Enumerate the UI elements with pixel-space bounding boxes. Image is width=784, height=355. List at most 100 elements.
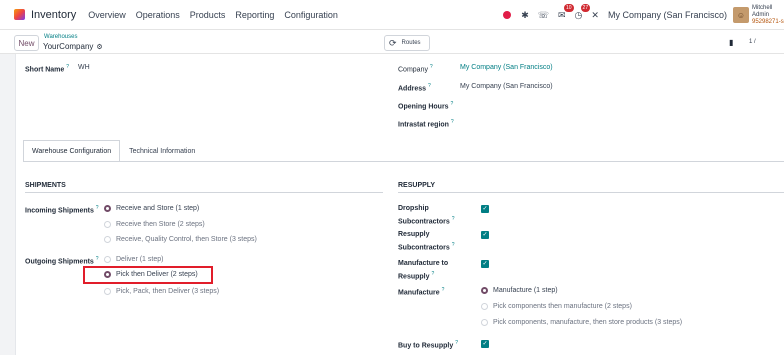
manufacture-label-text: Manufacture <box>398 289 440 297</box>
routes-button[interactable]: ⟳ Routes <box>384 35 430 51</box>
radio-icon <box>481 303 488 310</box>
option-label: Receive, Quality Control, then Store (3 … <box>116 236 257 243</box>
document-icon[interactable]: ▮ <box>729 38 733 47</box>
tab-divider <box>23 161 784 162</box>
buy-label-text: Buy to Resupply <box>398 342 454 350</box>
incoming-option-2[interactable]: Receive then Store (2 steps) <box>104 221 205 228</box>
option-label: Pick components then manufacture (2 step… <box>493 303 632 310</box>
app-name[interactable]: Inventory <box>31 9 76 21</box>
short-name-field[interactable]: WH <box>78 64 90 71</box>
help-icon[interactable]: ? <box>442 287 445 293</box>
address-label: Address ? <box>398 83 431 92</box>
avatar[interactable]: ☺ <box>733 7 749 23</box>
manufacture-option-3[interactable]: Pick components, manufacture, then store… <box>481 319 682 326</box>
company-label-text: Company <box>398 66 428 74</box>
control-panel: New Warehouses YourCompany ⚙ ⟳ Routes ▮ 1… <box>0 30 784 54</box>
user-db: 95298271-s <box>752 18 784 25</box>
record-dot-icon[interactable] <box>503 11 512 19</box>
dropship-subcontractors-label: Dropship Subcontractors ? <box>398 204 454 227</box>
help-icon[interactable]: ? <box>452 242 455 248</box>
refresh-icon: ⟳ <box>389 37 397 48</box>
intrastat-label-text: Intrastat region <box>398 121 449 129</box>
dropship-checkbox[interactable]: ✓ <box>481 205 489 213</box>
option-label: Pick components, manufacture, then store… <box>493 319 683 326</box>
routes-label: Routes <box>401 40 421 46</box>
systray: ✱ ☏ ✉ 10 ◷ 27 ✕ My Company (San Francisco)… <box>503 0 784 30</box>
manufacture-option-1[interactable]: Manufacture (1 step) <box>481 287 558 294</box>
help-icon[interactable]: ? <box>431 271 434 277</box>
help-icon[interactable]: ? <box>96 205 99 211</box>
outgoing-label-text: Outgoing Shipments <box>25 258 94 266</box>
label-line-2: Subcontractors <box>398 244 450 252</box>
user-name: Mitchell Admin <box>752 4 773 18</box>
outgoing-option-3[interactable]: Pick, Pack, then Deliver (3 steps) <box>104 288 219 295</box>
notebook-tabs: Warehouse Configuration Technical Inform… <box>23 140 204 162</box>
option-label: Deliver (1 step) <box>116 256 164 263</box>
radio-icon <box>104 205 111 212</box>
tab-technical-information[interactable]: Technical Information <box>120 140 204 162</box>
radio-icon <box>104 256 111 263</box>
resupply-subcontractors-label: Resupply Subcontractors ? <box>398 230 454 253</box>
outgoing-shipments-label: Outgoing Shipments ? <box>25 256 99 265</box>
tab-warehouse-configuration[interactable]: Warehouse Configuration <box>23 140 121 162</box>
intrastat-label: Intrastat region ? <box>398 119 454 128</box>
menu-reporting[interactable]: Reporting <box>235 10 274 20</box>
manufacture-option-2[interactable]: Pick components then manufacture (2 step… <box>481 303 632 310</box>
menu-configuration[interactable]: Configuration <box>284 10 338 20</box>
company-label: Company ? <box>398 64 433 73</box>
help-icon[interactable]: ? <box>451 101 454 107</box>
buy-resupply-label: Buy to Resupply ? <box>398 340 458 349</box>
bug-icon[interactable]: ✱ <box>521 10 529 21</box>
radio-icon <box>104 288 111 295</box>
activity-badge: 27 <box>580 3 591 12</box>
label-line-1: Dropship <box>398 205 429 212</box>
new-button[interactable]: New <box>14 35 39 51</box>
label-line-2: Resupply <box>398 273 430 281</box>
form-sheet: Short Name ? WH Company ? My Company (Sa… <box>15 54 784 355</box>
resupply-divider <box>398 192 784 193</box>
label-line-1: Resupply <box>398 231 430 238</box>
menu-products[interactable]: Products <box>190 10 226 20</box>
gear-icon[interactable]: ⚙ <box>96 44 102 51</box>
help-icon[interactable]: ? <box>451 119 454 125</box>
tools-icon[interactable]: ✕ <box>591 10 599 21</box>
chat-icon[interactable]: ✉ 10 <box>558 3 574 21</box>
company-switcher[interactable]: My Company (San Francisco) <box>608 10 727 20</box>
short-name-label: Short Name ? <box>25 64 69 73</box>
breadcrumb-current: YourCompany ⚙ <box>43 42 103 51</box>
breadcrumb-parent[interactable]: Warehouses <box>44 34 77 40</box>
incoming-shipments-label: Incoming Shipments ? <box>25 205 99 214</box>
help-icon[interactable]: ? <box>455 340 458 346</box>
help-icon[interactable]: ? <box>430 64 433 70</box>
help-icon[interactable]: ? <box>66 64 69 70</box>
opening-hours-label-text: Opening Hours <box>398 103 449 111</box>
label-line-1: Manufacture to <box>398 260 449 267</box>
option-label: Receive then Store (2 steps) <box>116 221 205 228</box>
help-icon[interactable]: ? <box>96 256 99 262</box>
help-icon[interactable]: ? <box>452 216 455 222</box>
label-line-2: Subcontractors <box>398 218 450 226</box>
phone-icon[interactable]: ☏ <box>538 10 549 21</box>
shipments-divider <box>25 192 383 193</box>
outgoing-option-1[interactable]: Deliver (1 step) <box>104 256 163 263</box>
user-menu[interactable]: Mitchell Admin 95298271-s <box>752 5 784 26</box>
buy-resupply-checkbox[interactable]: ✓ <box>481 340 489 348</box>
menu-overview[interactable]: Overview <box>88 10 126 20</box>
radio-icon <box>481 319 488 326</box>
resupply-subcontractors-checkbox[interactable]: ✓ <box>481 231 489 239</box>
manufacture-label: Manufacture ? <box>398 287 444 296</box>
record-name: YourCompany <box>43 42 94 51</box>
incoming-option-1[interactable]: Receive and Store (1 step) <box>104 205 199 212</box>
option-label: Pick, Pack, then Deliver (3 steps) <box>116 288 220 295</box>
address-field[interactable]: My Company (San Francisco) <box>460 83 553 90</box>
inventory-app-icon[interactable] <box>14 9 25 20</box>
help-icon[interactable]: ? <box>428 83 431 89</box>
shipments-title: SHIPMENTS <box>25 182 66 189</box>
activity-icon[interactable]: ◷ 27 <box>575 3 591 21</box>
incoming-option-3[interactable]: Receive, Quality Control, then Store (3 … <box>104 236 257 243</box>
pager[interactable]: 1 / <box>749 39 756 45</box>
menu-operations[interactable]: Operations <box>136 10 180 20</box>
top-navbar: Inventory Overview Operations Products R… <box>0 0 784 30</box>
company-field[interactable]: My Company (San Francisco) <box>460 64 553 71</box>
manufacture-resupply-checkbox[interactable]: ✓ <box>481 260 489 268</box>
